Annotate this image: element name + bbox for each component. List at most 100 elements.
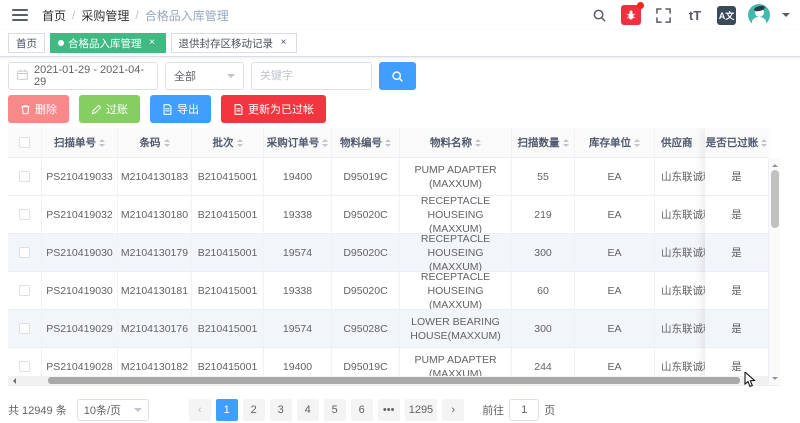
search-button[interactable]	[379, 62, 416, 90]
caret-down-icon[interactable]	[782, 13, 790, 21]
sort-caret-icon[interactable]	[99, 136, 105, 150]
date-range-picker[interactable]: 2021-01-29 - 2021-04-29	[8, 62, 158, 90]
table-body: PS210419033 M2104130183 B210415001 19400…	[8, 158, 720, 386]
table-row[interactable]: PS210419032 M2104130180 B210415001 19338…	[8, 196, 720, 234]
breadcrumb-home[interactable]: 首页	[42, 7, 66, 24]
pagination-bar: 共 12949 条 10条/页 ‹ 1 2 3 4 5 6 ••• 1295 ›…	[8, 398, 792, 422]
row-checkbox[interactable]	[19, 323, 30, 334]
row-checkbox[interactable]	[19, 171, 30, 182]
delete-button[interactable]: 删除	[8, 95, 69, 123]
sort-caret-icon[interactable]	[563, 136, 569, 150]
sort-caret-icon[interactable]	[322, 136, 328, 150]
cell-qty: 300	[512, 234, 575, 271]
col-posted[interactable]: 是否已过账	[705, 128, 768, 158]
row-checkbox[interactable]	[19, 361, 30, 372]
table-row[interactable]: PS210419029 M2104130176 B210415001 19574…	[8, 310, 720, 348]
select-all-checkbox[interactable]	[19, 137, 30, 148]
table-row[interactable]: PS210419030 M2104130181 B210415001 19338…	[8, 272, 720, 310]
text-size-icon[interactable]: tT	[685, 5, 705, 25]
page-button-2[interactable]: 2	[243, 399, 265, 421]
cell-unit: EA	[575, 158, 655, 195]
tab-home[interactable]: 首页	[8, 33, 45, 53]
cell-material-no: D95020C	[332, 272, 400, 309]
col-material-no[interactable]: 物料编号	[332, 128, 400, 157]
post-button[interactable]: 过账	[79, 95, 140, 123]
page-button-1[interactable]: 1	[216, 399, 238, 421]
goto-page: 前往 页	[482, 399, 555, 421]
sort-caret-icon[interactable]	[385, 136, 391, 150]
page-button-4[interactable]: 4	[297, 399, 319, 421]
more-pages-button[interactable]: •••	[378, 399, 400, 421]
cell-material-name: RECEPTACLE HOUSEING (MAXXUM)	[400, 234, 512, 271]
cell-posted: 是	[705, 310, 768, 348]
export-button[interactable]: 导出	[150, 95, 211, 123]
horizontal-scroll-thumb[interactable]	[48, 377, 740, 384]
edit-pen-icon	[91, 104, 102, 115]
fullscreen-icon[interactable]	[653, 5, 673, 25]
close-icon[interactable]: ×	[278, 38, 289, 49]
active-dot-icon	[58, 40, 64, 46]
col-material-name[interactable]: 物料名称	[400, 128, 512, 157]
search-icon[interactable]	[589, 5, 609, 25]
error-log-icon[interactable]	[621, 5, 641, 25]
avatar[interactable]	[748, 4, 770, 26]
language-icon[interactable]: A文	[717, 6, 736, 25]
cell-qty: 300	[512, 310, 575, 347]
update-posted-button[interactable]: 更新为已过帐	[221, 95, 326, 123]
tab-qualified-inbound[interactable]: 合格品入库管理 ×	[50, 33, 166, 53]
page-button-5[interactable]: 5	[324, 399, 346, 421]
scroll-down-icon[interactable]	[772, 377, 778, 383]
scroll-left-icon[interactable]	[10, 378, 16, 384]
cell-batch: B210415001	[192, 272, 264, 309]
col-po-no[interactable]: 采购订单号	[264, 128, 332, 157]
cell-unit: EA	[575, 196, 655, 233]
sort-caret-icon[interactable]	[634, 136, 640, 150]
goto-suffix: 页	[544, 402, 555, 418]
tags-view-bar: 首页 合格品入库管理 × 退供封存区移动记录 ×	[0, 30, 800, 57]
breadcrumb-purchase[interactable]: 采购管理	[81, 7, 129, 24]
col-batch[interactable]: 批次	[192, 128, 264, 157]
tab-return-seal-records[interactable]: 退供封存区移动记录 ×	[171, 33, 298, 53]
col-barcode[interactable]: 条码	[118, 128, 192, 157]
row-checkbox[interactable]	[19, 209, 30, 220]
table-row[interactable]: PS210419030 M2104130179 B210415001 19574…	[8, 234, 720, 272]
sort-caret-icon[interactable]	[164, 136, 170, 150]
cell-material-name: PUMP ADAPTER (MAXXUM)	[400, 158, 512, 195]
sort-caret-icon[interactable]	[475, 136, 481, 150]
sort-caret-icon[interactable]	[237, 136, 243, 150]
cell-scan-no: PS210419032	[42, 196, 118, 233]
cell-barcode: M2104130180	[118, 196, 192, 233]
vertical-scrollbar[interactable]	[768, 158, 780, 386]
cell-unit: EA	[575, 310, 655, 347]
trash-icon	[20, 104, 31, 115]
navbar-actions: tT A文	[589, 4, 800, 26]
page-button-6[interactable]: 6	[351, 399, 373, 421]
cell-barcode: M2104130176	[118, 310, 192, 347]
cell-po-no: 19338	[264, 196, 332, 233]
select-value: 全部	[174, 68, 196, 84]
col-unit[interactable]: 库存单位	[575, 128, 655, 157]
prev-page-button[interactable]: ‹	[189, 399, 211, 421]
page-size-select[interactable]: 10条/页	[77, 399, 149, 421]
keyword-input[interactable]	[251, 62, 372, 90]
table-row[interactable]: PS210419033 M2104130183 B210415001 19400…	[8, 158, 720, 196]
sort-caret-icon[interactable]	[761, 136, 767, 150]
col-scan-qty[interactable]: 扫描数量	[512, 128, 575, 157]
cell-material-no: D95019C	[332, 158, 400, 195]
select-all-cell	[8, 128, 42, 157]
close-icon[interactable]: ×	[147, 38, 158, 49]
goto-page-input[interactable]	[509, 399, 539, 421]
vertical-scroll-thumb[interactable]	[771, 170, 779, 228]
col-scan-no[interactable]: 扫描单号	[42, 128, 118, 157]
action-toolbar: 删除 过账 导出 更新为已过帐	[8, 95, 326, 123]
next-page-button[interactable]: ›	[442, 399, 464, 421]
scroll-up-icon[interactable]	[772, 161, 778, 167]
hamburger-icon[interactable]	[12, 9, 28, 21]
row-checkbox[interactable]	[19, 285, 30, 296]
row-checkbox[interactable]	[19, 247, 30, 258]
type-select[interactable]: 全部	[165, 62, 244, 90]
page-button-3[interactable]: 3	[270, 399, 292, 421]
goto-label: 前往	[482, 402, 504, 418]
horizontal-scrollbar[interactable]	[8, 376, 768, 385]
last-page-button[interactable]: 1295	[405, 399, 437, 421]
